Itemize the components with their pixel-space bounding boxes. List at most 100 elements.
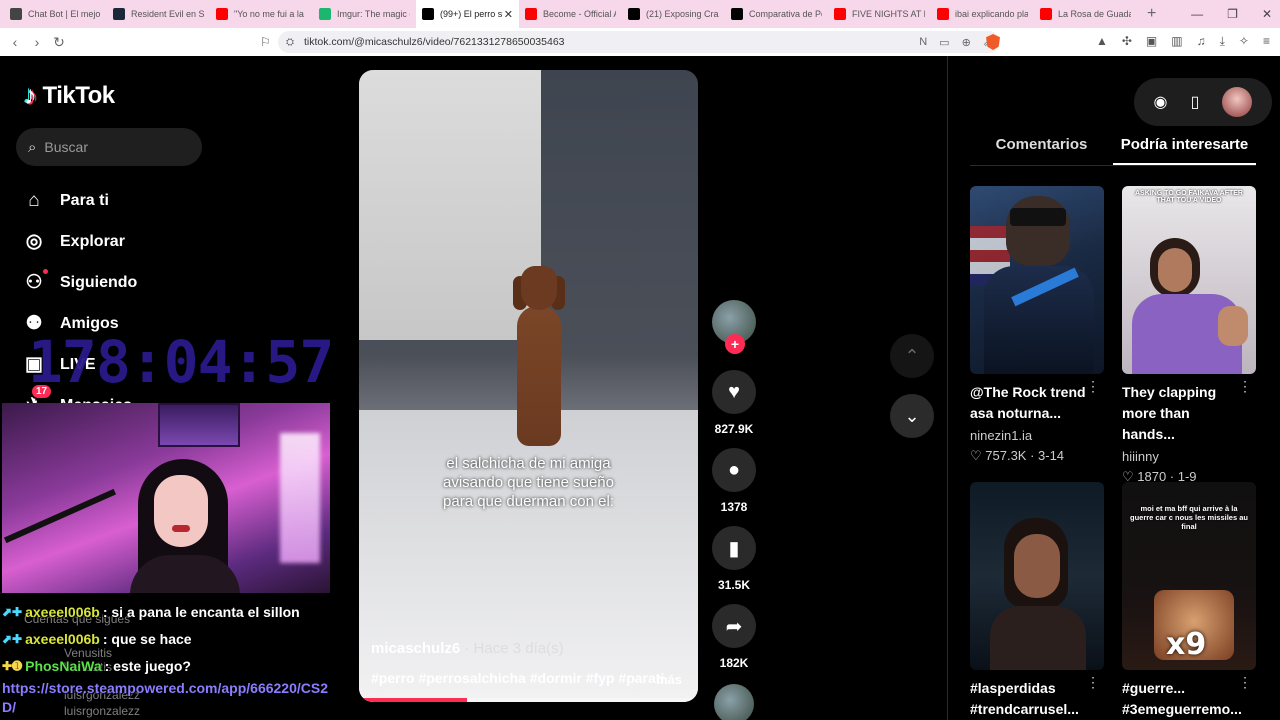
tab-title: Become - Official A <box>543 9 616 19</box>
sound-avatar[interactable] <box>714 684 754 720</box>
tab-favicon-icon <box>10 8 22 20</box>
restore-icon[interactable]: ❐ <box>1227 7 1238 21</box>
video-thumbnail[interactable] <box>970 482 1104 670</box>
browser-tab[interactable]: Imgur: The magic o <box>313 0 416 28</box>
video-author[interactable]: micaschulz6 · Hace 3 día(s) <box>371 640 564 657</box>
comment-icon[interactable]: ● <box>712 448 756 492</box>
forward-icon[interactable]: › <box>26 34 48 50</box>
video-progress-fill <box>359 698 468 702</box>
more-options-icon[interactable]: ⋮ <box>1238 674 1252 691</box>
share-action[interactable]: ➦ 182K <box>710 604 758 670</box>
site-info-icon[interactable]: ⛭ <box>286 37 294 48</box>
comment-count: 1378 <box>720 500 748 514</box>
video-thumbnail[interactable] <box>970 186 1104 374</box>
bookmark-save-icon[interactable]: ▮ <box>712 526 756 570</box>
like-action[interactable]: ♥ 827.9K <box>710 370 758 436</box>
url-field[interactable]: ⚐ ⛭ tiktok.com/@micaschulz6/video/762133… <box>260 31 1000 53</box>
new-tab-button[interactable]: + <box>1137 5 1166 23</box>
video-card[interactable]: moi et ma bff qui arrive à la guerre car… <box>1122 482 1256 720</box>
video-thumbnail[interactable]: moi et ma bff qui arrive à la guerre car… <box>1122 482 1256 670</box>
next-video-button[interactable]: ⌄ <box>890 394 934 438</box>
close-window-icon[interactable]: ✕ <box>1262 7 1272 21</box>
music-icon[interactable]: ♫ <box>1197 34 1206 49</box>
reload-icon[interactable]: ↻ <box>48 34 70 51</box>
window-controls: — ❐ ✕ <box>1191 0 1272 28</box>
browser-tab[interactable]: Chat Bot | El mejor <box>4 0 107 28</box>
profile-avatar[interactable] <box>1222 87 1253 117</box>
tab-favicon-icon <box>422 8 434 20</box>
zoom-icon[interactable]: ⊕ <box>962 36 971 49</box>
puzzle-icon[interactable]: ✣ <box>1122 34 1132 49</box>
tab-recommended[interactable]: Podría interesarte <box>1113 136 1256 165</box>
browser-tab[interactable]: ibai explicando plan <box>931 0 1034 28</box>
sidebar-item-siguiendo[interactable]: ⚇ Siguiendo <box>22 262 137 303</box>
video-card[interactable]: ⋮ #lasperdidas #trendcarrusel... <box>970 482 1104 720</box>
author-avatar[interactable]: + <box>712 300 756 354</box>
browser-tab[interactable]: "Yo no me fui a la B <box>210 0 313 28</box>
bookmark-icon[interactable]: ⚐ <box>260 35 271 49</box>
tab-favicon-icon <box>113 8 125 20</box>
video-thumbnail[interactable]: ASKING TO GO FAIKAVA AFTER THAT TOU'A VI… <box>1122 186 1256 374</box>
save-action[interactable]: ▮ 31.5K <box>710 526 758 592</box>
chat-user: axeeel006b <box>25 630 100 647</box>
browser-tab[interactable]: Become - Official A <box>519 0 622 28</box>
browser-tab[interactable]: FIVE NIGHTS AT FRE <box>828 0 931 28</box>
dachshund <box>509 266 567 446</box>
browser-tab[interactable]: Resident Evil en Ste <box>107 0 210 28</box>
save-count: 31.5K <box>717 578 751 592</box>
wallet-icon[interactable]: ▣ <box>1146 34 1157 49</box>
video-progress[interactable] <box>359 698 698 702</box>
browser-tab[interactable]: Comparativa de Pe <box>725 0 828 28</box>
menu-icon[interactable]: ≡ <box>1263 34 1270 49</box>
tiktok-logo[interactable]: ♪ TikTok <box>24 80 115 111</box>
previous-video-button[interactable]: ⌃ <box>890 334 934 378</box>
top-actions: ◉ ▯ <box>1134 78 1272 126</box>
card-user[interactable]: ninezin1.ia <box>970 428 1104 443</box>
minimize-icon[interactable]: — <box>1191 7 1203 21</box>
action-rail: + ♥ 827.9K ● 1378 ▮ 31.5K ➦ 182K <box>710 300 758 720</box>
close-tab-icon[interactable]: ✕ <box>504 8 513 21</box>
chat-badge-icon: ⬈✚ <box>2 604 23 619</box>
browser-tab[interactable]: (99+) El perro s ✕ <box>416 0 519 28</box>
sidebar-item-explorar[interactable]: ◎ Explorar <box>22 221 137 262</box>
video-hashtags[interactable]: #perro #perrosalchicha #dormir #fyp #par… <box>371 670 664 686</box>
more-link[interactable]: más <box>656 672 682 687</box>
more-options-icon[interactable]: ⋮ <box>1086 674 1100 691</box>
heart-icon[interactable]: ♥ <box>712 370 756 414</box>
translate-icon[interactable]: N <box>919 36 927 49</box>
comment-action[interactable]: ● 1378 <box>710 448 758 514</box>
video-card[interactable]: ⋮ @The Rock trend asa noturna... ninezin… <box>970 186 1104 464</box>
address-bar-row: ‹ › ↻ ⚐ ⛭ tiktok.com/@micaschulz6/video/… <box>0 28 1280 56</box>
sidebar-item-para-ti[interactable]: ⌂ Para ti <box>22 180 137 221</box>
tab-title: (99+) El perro s <box>440 9 503 19</box>
chevron-up-icon: ⌃ <box>904 345 920 366</box>
leo-icon[interactable]: ✧ <box>1239 34 1249 49</box>
share-arrow-icon[interactable]: ➦ <box>712 604 756 648</box>
compass-icon: ◎ <box>25 231 43 252</box>
sidebar-item-label: Para ti <box>60 191 109 209</box>
card-title: @The Rock trend asa noturna... <box>970 384 1086 421</box>
tiktok-note-icon: ♪ <box>24 80 37 110</box>
extension-icon[interactable]: ▲ <box>1096 34 1108 49</box>
device-icon[interactable]: ▯ <box>1191 92 1200 112</box>
tiktok-page: ♪ TikTok ⌕ Buscar ⌂ Para ti ◎ Explorar ⚇ Sigu… <box>2 56 1278 720</box>
chat-link[interactable]: https://store.steampowered.com/app/66622… <box>2 679 332 717</box>
card-user[interactable]: hiiinny <box>1122 449 1256 464</box>
search-input[interactable]: ⌕ Buscar <box>16 128 202 166</box>
panel-divider <box>947 56 948 720</box>
browser-tab[interactable]: La Rosa de Guadalu <box>1034 0 1137 28</box>
sidebar-icon[interactable]: ▥ <box>1171 34 1182 49</box>
follow-plus-icon[interactable]: + <box>725 334 745 354</box>
screen-icon[interactable]: ▭ <box>939 36 949 49</box>
browser-tab[interactable]: (21) Exposing Crazy <box>622 0 725 28</box>
downloads-icon[interactable]: ⤓ <box>1220 34 1225 49</box>
video-caption-overlay: el salchicha de mi amiga avisando que ti… <box>443 455 614 510</box>
back-icon[interactable]: ‹ <box>4 34 26 50</box>
more-options-icon[interactable]: ⋮ <box>1238 378 1252 395</box>
tab-comments[interactable]: Comentarios <box>970 136 1113 165</box>
video-player[interactable]: el salchicha de mi amiga avisando que ti… <box>359 70 698 702</box>
coin-icon[interactable]: ◉ <box>1154 92 1168 112</box>
like-count: 827.9K <box>714 422 754 436</box>
more-options-icon[interactable]: ⋮ <box>1086 378 1100 395</box>
video-card[interactable]: ASKING TO GO FAIKAVA AFTER THAT TOU'A VI… <box>1122 186 1256 485</box>
